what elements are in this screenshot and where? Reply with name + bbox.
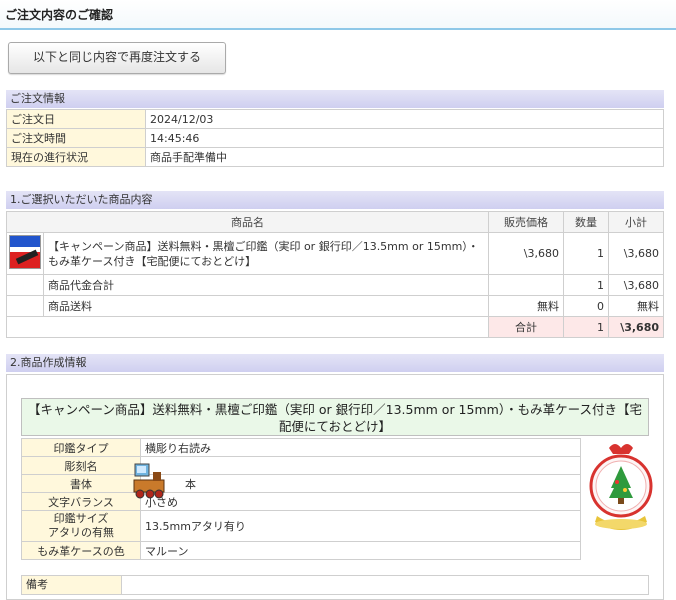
spec-label-engraving: 彫刻名	[21, 456, 141, 475]
order-status-value: 商品手配準備中	[145, 147, 664, 167]
table-row: 印鑑サイズ アタリの有無 13.5mmアタリ有り	[21, 510, 581, 542]
spec-value-size: 13.5mmアタリ有り	[140, 510, 581, 542]
column-header-price: 販売価格	[488, 211, 564, 233]
table-row: 文字バランス 小さめ	[21, 492, 581, 511]
total-row: 合計 1 \3,680	[6, 316, 664, 338]
table-row: 【キャンペーン商品】送料無料・黒檀ご印鑑（実印 or 銀行印／13.5mm or…	[6, 232, 664, 275]
shipping-subtotal: 無料	[608, 295, 664, 317]
spec-label-type: 印鑑タイプ	[21, 438, 141, 457]
goods-total-subtotal: \3,680	[608, 274, 664, 296]
items-heading: 1.ご選択いただいた商品内容	[6, 191, 664, 209]
shipping-label: 商品送料	[43, 295, 489, 317]
order-date-value: 2024/12/03	[145, 109, 664, 129]
creation-panel: 【キャンペーン商品】送料無料・黒檀ご印鑑（実印 or 銀行印／13.5mm or…	[6, 374, 664, 600]
remarks-row: 備考	[21, 575, 649, 595]
spec-label-font: 書体	[21, 474, 141, 493]
snow-globe-seal-image	[589, 444, 653, 530]
shipping-price: 無料	[488, 295, 564, 317]
creation-product-title: 【キャンペーン商品】送料無料・黒檀ご印鑑（実印 or 銀行印／13.5mm or…	[21, 398, 649, 436]
spec-table: 印鑑タイプ 横彫り右読み 彫刻名 書体 本 文字バランス 小さめ 印鑑サイズ ア…	[21, 438, 581, 560]
column-header-name: 商品名	[6, 211, 489, 233]
total-subtotal: \3,680	[608, 316, 664, 338]
table-row: ご注文日 2024/12/03	[6, 109, 664, 129]
table-header-row: 商品名 販売価格 数量 小計	[6, 211, 664, 233]
table-row: 商品送料 無料 0 無料	[6, 295, 664, 317]
spec-value-type: 横彫り右読み	[140, 438, 581, 457]
total-qty: 1	[563, 316, 609, 338]
spec-value-balance: 小さめ	[140, 492, 581, 511]
order-info-heading: ご注文情報	[6, 90, 664, 108]
product-thumbnail-cell	[6, 232, 44, 275]
remarks-label: 備考	[22, 576, 122, 594]
page-title: ご注文内容のご確認	[0, 0, 676, 30]
spec-label-case-color: もみ革ケースの色	[21, 541, 141, 560]
order-time-label: ご注文時間	[6, 128, 146, 148]
table-row: もみ革ケースの色 マルーン	[21, 541, 581, 560]
spec-value-font: 本	[140, 474, 581, 493]
product-subtotal: \3,680	[608, 232, 664, 275]
order-status-label: 現在の進行状況	[6, 147, 146, 167]
product-qty: 1	[563, 232, 609, 275]
order-info-table: ご注文日 2024/12/03 ご注文時間 14:45:46 現在の進行状況 商…	[6, 109, 664, 167]
order-date-label: ご注文日	[6, 109, 146, 129]
table-row: ご注文時間 14:45:46	[6, 128, 664, 148]
goods-total-qty: 1	[563, 274, 609, 296]
total-label: 合計	[488, 316, 564, 338]
order-time-value: 14:45:46	[145, 128, 664, 148]
spec-label-size: 印鑑サイズ アタリの有無	[21, 510, 141, 542]
table-row: 印鑑タイプ 横彫り右読み	[21, 438, 581, 457]
spec-value-engraving	[140, 456, 581, 475]
product-price: \3,680	[488, 232, 564, 275]
product-thumbnail-icon	[9, 235, 41, 269]
column-header-qty: 数量	[563, 211, 609, 233]
spec-value-case-color: マルーン	[140, 541, 581, 560]
table-row: 書体 本	[21, 474, 581, 493]
goods-total-label: 商品代金合計	[43, 274, 489, 296]
reorder-button[interactable]: 以下と同じ内容で再度注文する	[8, 42, 226, 74]
spec-label-balance: 文字バランス	[21, 492, 141, 511]
shipping-qty: 0	[563, 295, 609, 317]
table-row: 商品代金合計 1 \3,680	[6, 274, 664, 296]
table-row: 彫刻名	[21, 456, 581, 475]
items-table: 商品名 販売価格 数量 小計 【キャンペーン商品】送料無料・黒檀ご印鑑（実印 o…	[6, 211, 664, 338]
table-row: 現在の進行状況 商品手配準備中	[6, 147, 664, 167]
product-name: 【キャンペーン商品】送料無料・黒檀ご印鑑（実印 or 銀行印／13.5mm or…	[43, 232, 489, 275]
creation-heading: 2.商品作成情報	[6, 354, 664, 372]
column-header-subtotal: 小計	[608, 211, 664, 233]
toy-train-image	[133, 463, 165, 499]
